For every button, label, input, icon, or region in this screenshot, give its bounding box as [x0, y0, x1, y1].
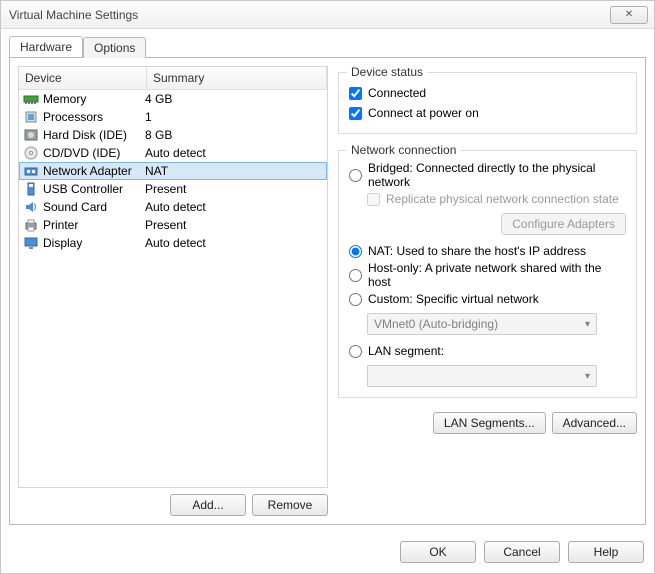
lan-segment-label: LAN segment:	[368, 344, 444, 358]
device-name: Memory	[43, 92, 86, 106]
col-header-summary[interactable]: Summary	[147, 67, 327, 89]
device-status-title: Device status	[347, 65, 427, 79]
lan-segment-select	[367, 365, 597, 387]
device-name: USB Controller	[43, 182, 123, 196]
device-name: CD/DVD (IDE)	[43, 146, 120, 160]
custom-label: Custom: Specific virtual network	[368, 292, 539, 306]
device-row[interactable]: Processors 1	[19, 108, 327, 126]
close-icon: ✕	[625, 9, 633, 20]
bridged-radio[interactable]	[349, 169, 362, 182]
content-area: Hardware Options Device Summary Memory 4 …	[1, 29, 654, 573]
window-title: Virtual Machine Settings	[9, 8, 138, 22]
connected-checkbox-row[interactable]: Connected	[349, 83, 626, 103]
advanced-button[interactable]: Advanced...	[552, 412, 637, 434]
cd-icon	[23, 145, 39, 161]
display-icon	[23, 235, 39, 251]
device-summary: Present	[145, 182, 323, 196]
configure-adapters-button: Configure Adapters	[501, 213, 626, 235]
replicate-checkbox	[367, 193, 380, 206]
device-summary: 4 GB	[145, 92, 323, 106]
device-name: Display	[43, 236, 82, 250]
close-button[interactable]: ✕	[610, 6, 648, 24]
right-column: Device status Connected Connect at power…	[338, 66, 637, 516]
lan-segment-radio[interactable]	[349, 345, 362, 358]
printer-icon	[23, 217, 39, 233]
device-name: Network Adapter	[43, 164, 132, 178]
bridged-label: Bridged: Connected directly to the physi…	[368, 161, 626, 189]
custom-network-select: VMnet0 (Auto-bridging)	[367, 313, 597, 335]
replicate-checkbox-row: Replicate physical network connection st…	[367, 189, 626, 209]
disk-icon	[23, 127, 39, 143]
hostonly-radio-row[interactable]: Host-only: A private network shared with…	[349, 261, 626, 289]
device-row[interactable]: Display Auto detect	[19, 234, 327, 252]
device-list-header: Device Summary	[19, 67, 327, 90]
net-icon	[23, 163, 39, 179]
memory-icon	[23, 91, 39, 107]
lan-segment-radio-row[interactable]: LAN segment:	[349, 341, 626, 361]
left-column: Device Summary Memory 4 GB Processors 1 Hard…	[18, 66, 328, 516]
device-row[interactable]: Printer Present	[19, 216, 327, 234]
cpu-icon	[23, 109, 39, 125]
device-summary: 1	[145, 110, 323, 124]
device-row[interactable]: Sound Card Auto detect	[19, 198, 327, 216]
custom-radio-row[interactable]: Custom: Specific virtual network	[349, 289, 626, 309]
device-summary: Auto detect	[145, 146, 323, 160]
ok-button[interactable]: OK	[400, 541, 476, 563]
device-summary: 8 GB	[145, 128, 323, 142]
device-row[interactable]: Hard Disk (IDE) 8 GB	[19, 126, 327, 144]
help-button[interactable]: Help	[568, 541, 644, 563]
sound-icon	[23, 199, 39, 215]
network-connection-title: Network connection	[347, 143, 460, 157]
network-buttons-row: LAN Segments... Advanced...	[338, 412, 637, 434]
dialog-footer: OK Cancel Help	[1, 533, 654, 573]
device-row[interactable]: Network Adapter NAT	[19, 162, 327, 180]
device-name: Printer	[43, 218, 78, 232]
nat-label: NAT: Used to share the host's IP address	[368, 244, 586, 258]
tab-options[interactable]: Options	[83, 37, 146, 58]
connected-label: Connected	[368, 86, 426, 100]
device-row[interactable]: CD/DVD (IDE) Auto detect	[19, 144, 327, 162]
titlebar: Virtual Machine Settings ✕	[1, 1, 654, 29]
device-row[interactable]: USB Controller Present	[19, 180, 327, 198]
tab-hardware[interactable]: Hardware	[9, 36, 83, 57]
nat-radio-row[interactable]: NAT: Used to share the host's IP address	[349, 241, 626, 261]
custom-radio[interactable]	[349, 293, 362, 306]
replicate-label: Replicate physical network connection st…	[386, 192, 619, 206]
device-name: Sound Card	[43, 200, 107, 214]
network-connection-group: Network connection Bridged: Connected di…	[338, 150, 637, 398]
tabs: Hardware Options	[9, 35, 646, 57]
lan-segments-button[interactable]: LAN Segments...	[433, 412, 546, 434]
connect-poweron-checkbox[interactable]	[349, 107, 362, 120]
device-summary: Auto detect	[145, 236, 323, 250]
connected-checkbox[interactable]	[349, 87, 362, 100]
add-button[interactable]: Add...	[170, 494, 246, 516]
connect-poweron-label: Connect at power on	[368, 106, 479, 120]
connect-poweron-checkbox-row[interactable]: Connect at power on	[349, 103, 626, 123]
col-header-device[interactable]: Device	[19, 67, 147, 89]
vm-settings-dialog: Virtual Machine Settings ✕ Hardware Opti…	[0, 0, 655, 574]
device-list[interactable]: Device Summary Memory 4 GB Processors 1 Hard…	[18, 66, 328, 488]
device-status-group: Device status Connected Connect at power…	[338, 72, 637, 134]
device-summary: Auto detect	[145, 200, 323, 214]
device-summary: NAT	[145, 164, 323, 178]
hostonly-label: Host-only: A private network shared with…	[368, 261, 626, 289]
hostonly-radio[interactable]	[349, 269, 362, 282]
device-summary: Present	[145, 218, 323, 232]
bridged-radio-row[interactable]: Bridged: Connected directly to the physi…	[349, 161, 626, 189]
hardware-panel: Device Summary Memory 4 GB Processors 1 Hard…	[9, 57, 646, 525]
usb-icon	[23, 181, 39, 197]
device-name: Processors	[43, 110, 103, 124]
cancel-button[interactable]: Cancel	[484, 541, 560, 563]
remove-button[interactable]: Remove	[252, 494, 328, 516]
device-name: Hard Disk (IDE)	[43, 128, 127, 142]
device-row[interactable]: Memory 4 GB	[19, 90, 327, 108]
nat-radio[interactable]	[349, 245, 362, 258]
